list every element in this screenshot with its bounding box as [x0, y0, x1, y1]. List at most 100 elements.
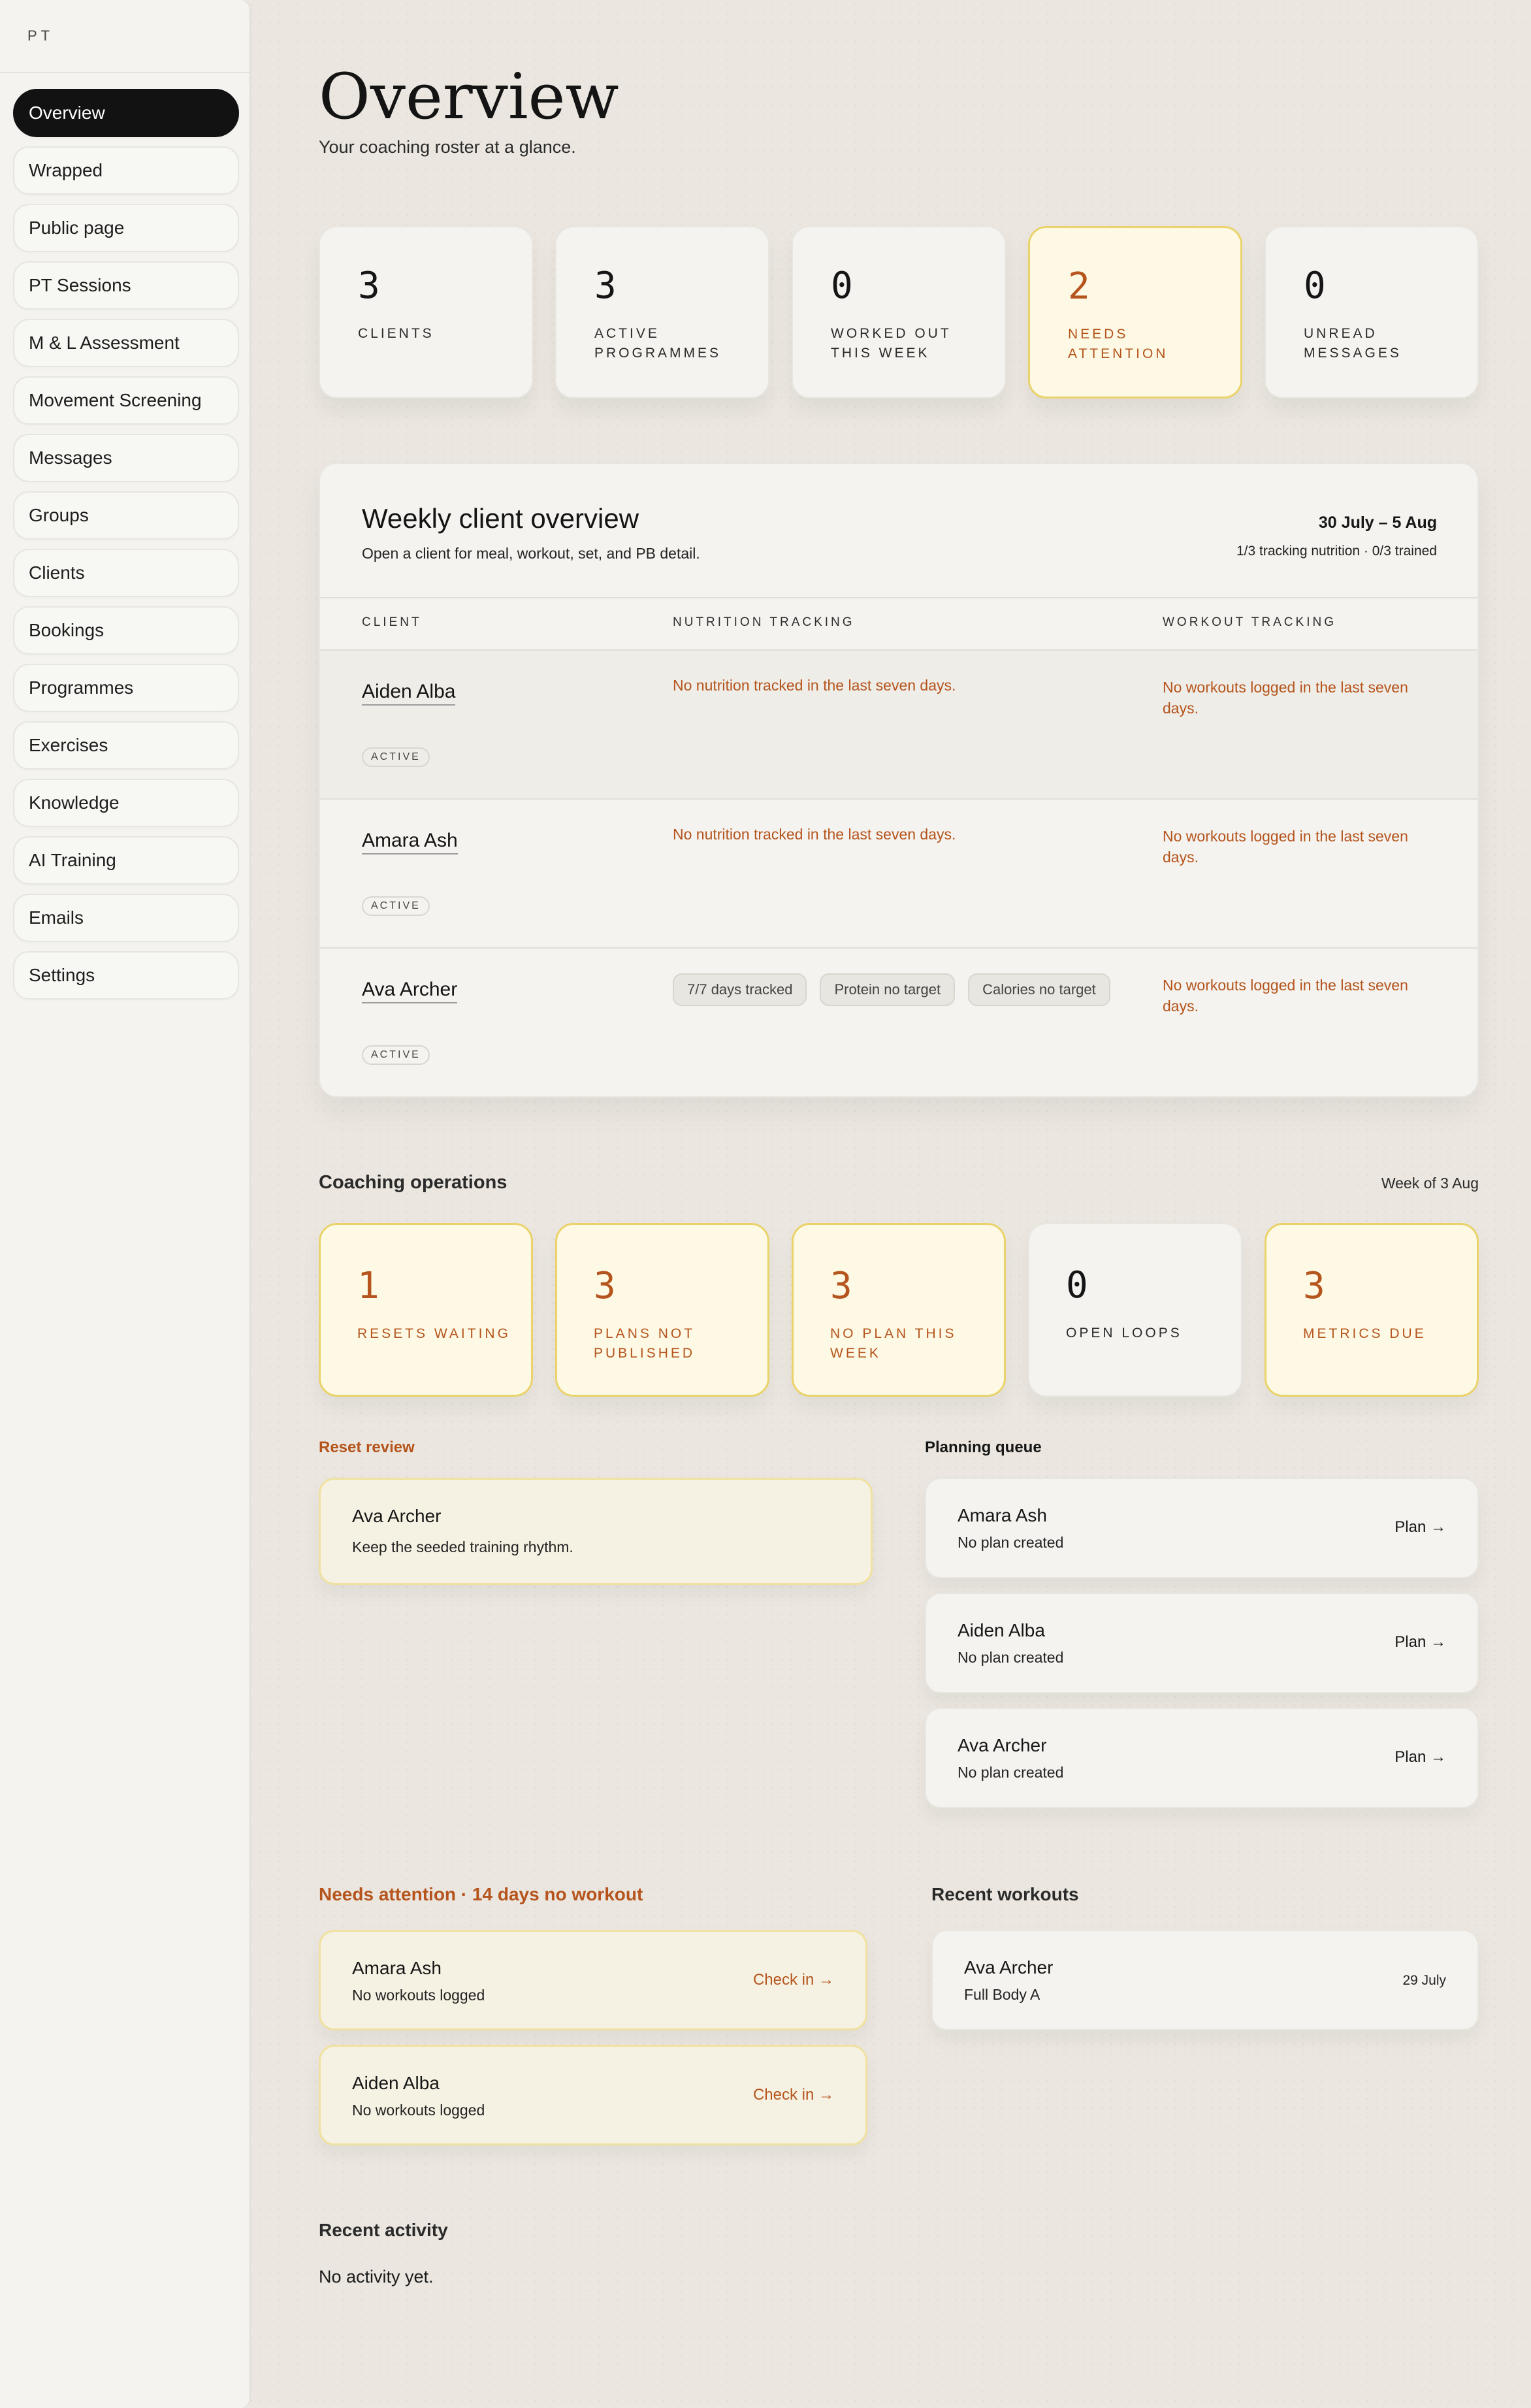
- reset-client-name: Ava Archer: [352, 1506, 442, 1526]
- recent-workout-item[interactable]: Ava Archer Full Body A 29 July: [931, 1930, 1479, 2030]
- table-row[interactable]: Aiden Alba Active No nutrition tracked i…: [320, 651, 1477, 800]
- queue-client-name: Aiden Alba: [958, 1620, 1045, 1640]
- queue-note: No plan created: [958, 1534, 1064, 1551]
- ops-card-plans-not-published[interactable]: 3 Plans not published: [555, 1223, 769, 1397]
- queue-note: No plan created: [958, 1764, 1064, 1781]
- ops-label: Open loops: [1066, 1326, 1182, 1341]
- sidebar-item-ai-training[interactable]: AI Training: [13, 836, 239, 885]
- operations-row: 1 Resets waiting 3 Plans not published 3…: [319, 1223, 1479, 1397]
- sidebar-item-movement-screening[interactable]: Movement Screening: [13, 376, 239, 425]
- workout-status: No workouts logged in the last seven day…: [1163, 828, 1408, 866]
- stat-value: 3: [594, 265, 617, 307]
- stat-value: 0: [831, 265, 853, 307]
- stat-card-clients[interactable]: 3 Clients: [319, 226, 533, 399]
- sidebar-divider: [0, 72, 250, 73]
- ops-card-no-plan-this-week[interactable]: 3 No plan this week: [792, 1223, 1006, 1397]
- table-row[interactable]: Ava Archer Active 7/7 days tracked Prote…: [320, 949, 1477, 1096]
- chip-calories: Calories no target: [968, 973, 1110, 1006]
- workout-name: Full Body A: [964, 1986, 1040, 2003]
- operations-week: Week of 3 Aug: [1381, 1175, 1479, 1192]
- stat-label: Clients: [358, 326, 434, 341]
- queue-note: No plan created: [958, 1649, 1064, 1666]
- stat-label: Unread messages: [1304, 326, 1402, 361]
- column-header-client: Client: [362, 615, 422, 629]
- sidebar-item-public-page[interactable]: Public page: [13, 204, 239, 252]
- page-subtitle: Your coaching roster at a glance.: [319, 137, 576, 157]
- attention-client-name: Amara Ash: [352, 1958, 442, 1978]
- status-badge: Active: [362, 896, 430, 916]
- needs-attention-item[interactable]: Amara Ash No workouts logged Check in →: [319, 1930, 867, 2030]
- sidebar-item-emails[interactable]: Emails: [13, 894, 239, 942]
- chip-days-tracked: 7/7 days tracked: [673, 973, 807, 1006]
- status-badge: Active: [362, 1045, 430, 1065]
- reset-review-title: Reset review: [319, 1439, 415, 1456]
- stats-row: 3 Clients 3 Active programmes 0 Worked o…: [319, 226, 1479, 399]
- check-in-link[interactable]: Check in →: [753, 1971, 834, 1989]
- sidebar-item-knowledge[interactable]: Knowledge: [13, 779, 239, 827]
- check-in-link[interactable]: Check in →: [753, 2086, 834, 2104]
- stat-card-needs-attention[interactable]: 2 Needs attention: [1028, 226, 1242, 399]
- needs-attention-item[interactable]: Aiden Alba No workouts logged Check in →: [319, 2045, 867, 2145]
- sidebar-item-groups[interactable]: Groups: [13, 491, 239, 540]
- workout-client-name: Ava Archer: [964, 1957, 1054, 1977]
- weekly-summary: 1/3 tracking nutrition · 0/3 trained: [1236, 544, 1437, 559]
- stat-card-active-programmes[interactable]: 3 Active programmes: [555, 226, 769, 399]
- table-row[interactable]: Amara Ash Active No nutrition tracked in…: [320, 800, 1477, 949]
- divider: [320, 597, 1477, 598]
- weekly-date-range: 30 July – 5 Aug: [1318, 513, 1437, 532]
- plan-link[interactable]: Plan →: [1394, 1518, 1446, 1537]
- sidebar-item-ml-assessment[interactable]: M & L Assessment: [13, 319, 239, 367]
- plan-link[interactable]: Plan →: [1394, 1633, 1446, 1651]
- ops-card-metrics-due[interactable]: 3 Metrics due: [1265, 1223, 1479, 1397]
- sidebar-item-settings[interactable]: Settings: [13, 951, 239, 1000]
- sidebar-item-messages[interactable]: Messages: [13, 434, 239, 482]
- sidebar-item-bookings[interactable]: Bookings: [13, 606, 239, 655]
- ops-value: 3: [1303, 1265, 1325, 1307]
- needs-attention-title: Needs attention · 14 days no workout: [319, 1884, 643, 1904]
- planning-queue-item[interactable]: Ava Archer No plan created Plan →: [925, 1708, 1479, 1808]
- ops-label: No plan this week: [830, 1326, 957, 1361]
- sidebar-item-pt-sessions[interactable]: PT Sessions: [13, 261, 239, 310]
- reset-note: Keep the seeded training rhythm.: [352, 1538, 573, 1555]
- ops-card-resets-waiting[interactable]: 1 Resets waiting: [319, 1223, 533, 1397]
- queue-client-name: Amara Ash: [958, 1505, 1047, 1525]
- ops-value: 1: [357, 1265, 379, 1307]
- attention-client-name: Aiden Alba: [352, 2073, 440, 2093]
- weekly-title: Weekly client overview: [362, 503, 639, 534]
- client-name-link[interactable]: Aiden Alba: [362, 681, 456, 706]
- stat-card-unread-messages[interactable]: 0 Unread messages: [1265, 226, 1479, 399]
- recent-workouts-title: Recent workouts: [931, 1884, 1079, 1904]
- brand-logo: PT: [27, 27, 54, 44]
- planning-queue-item[interactable]: Amara Ash No plan created Plan →: [925, 1478, 1479, 1578]
- workout-status: No workouts logged in the last seven day…: [1163, 977, 1408, 1015]
- client-name-link[interactable]: Amara Ash: [362, 830, 458, 854]
- client-name-link[interactable]: Ava Archer: [362, 979, 458, 1003]
- ops-label: Resets waiting: [357, 1326, 511, 1341]
- recent-activity-empty: No activity yet.: [319, 2267, 434, 2286]
- chip-protein: Protein no target: [820, 973, 956, 1006]
- reset-review-card[interactable]: Ava Archer Keep the seeded training rhyt…: [319, 1478, 873, 1585]
- ops-label: Metrics due: [1303, 1326, 1426, 1341]
- stat-value: 0: [1304, 265, 1326, 307]
- sidebar-item-wrapped[interactable]: Wrapped: [13, 146, 239, 195]
- plan-link[interactable]: Plan →: [1394, 1748, 1446, 1766]
- ops-value: 3: [830, 1265, 852, 1307]
- nutrition-status: No nutrition tracked in the last seven d…: [673, 826, 956, 843]
- workout-status: No workouts logged in the last seven day…: [1163, 679, 1408, 717]
- stat-value: 2: [1068, 265, 1090, 308]
- ops-label: Plans not published: [594, 1326, 696, 1361]
- column-header-nutrition: Nutrition tracking: [673, 615, 855, 629]
- weekly-subtitle: Open a client for meal, workout, set, an…: [362, 545, 700, 562]
- ops-card-open-loops[interactable]: 0 Open loops: [1028, 1223, 1242, 1397]
- stat-label: Needs attention: [1068, 327, 1168, 361]
- planning-queue-item[interactable]: Aiden Alba No plan created Plan →: [925, 1593, 1479, 1693]
- sidebar-item-exercises[interactable]: Exercises: [13, 721, 239, 770]
- stat-card-worked-out[interactable]: 0 Worked out this week: [792, 226, 1006, 399]
- sidebar-nav: Overview Wrapped Public page PT Sessions…: [13, 89, 239, 1009]
- page-title: Overview: [319, 60, 619, 133]
- workout-date: 29 July: [1402, 1973, 1446, 1988]
- sidebar-item-programmes[interactable]: Programmes: [13, 664, 239, 712]
- sidebar-item-overview[interactable]: Overview: [13, 89, 239, 137]
- sidebar-item-clients[interactable]: Clients: [13, 549, 239, 597]
- recent-activity-title: Recent activity: [319, 2220, 448, 2240]
